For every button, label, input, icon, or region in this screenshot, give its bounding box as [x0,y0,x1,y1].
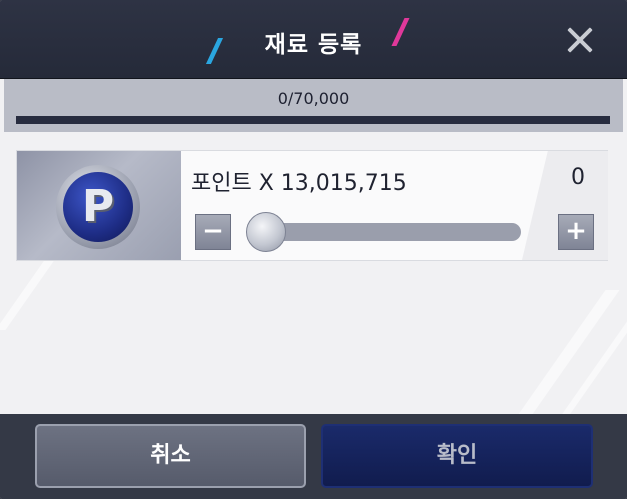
capacity-panel: 0/70,000 [4,79,623,132]
point-coin-icon: P [56,165,140,249]
decrease-button[interactable]: − [195,214,231,250]
item-name: 포인트 X 13,015,715 [191,171,407,196]
coin-letter: P [63,172,133,242]
selected-quantity: 0 [571,165,585,190]
dialog-title: 재료 등록 [264,32,363,58]
close-icon[interactable] [562,22,598,58]
capacity-count: 0/70,000 [277,89,350,108]
increase-button[interactable]: + [558,214,594,250]
confirm-button[interactable]: 확인 [321,424,593,488]
background-stripe [0,260,55,330]
dialog-header: 재료 등록 [0,0,627,79]
quantity-slider-track[interactable] [257,223,521,241]
cancel-button[interactable]: 취소 [35,424,306,488]
capacity-progress-bar [16,116,610,124]
quantity-slider-thumb[interactable] [246,212,286,252]
dialog-footer: 취소 확인 [0,414,627,499]
item-row: P 포인트 X 13,015,715 0 − + [16,150,608,261]
item-icon-box: P [17,151,181,260]
register-materials-dialog: 재료 등록 0/70,000 P 포인트 X 13,015,715 0 − + … [0,0,627,499]
